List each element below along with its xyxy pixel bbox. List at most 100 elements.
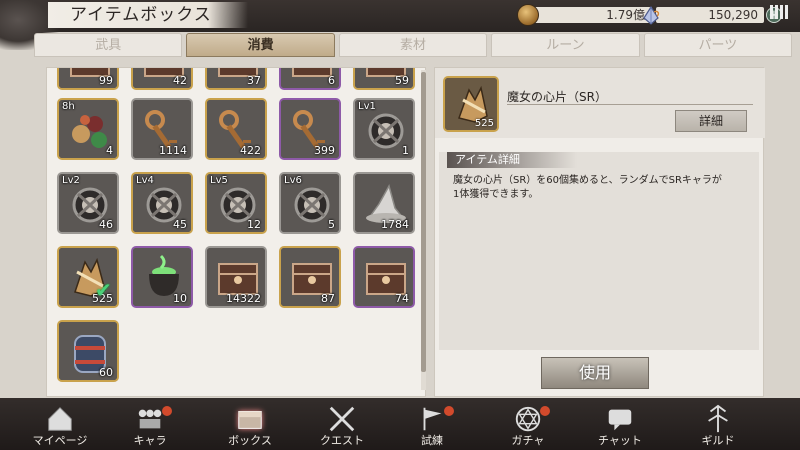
page-title: アイテムボックス [48,2,248,28]
info-line-1: 魔女の心片（SR）を60個集めると、ランダムでSRキャラが [453,175,722,186]
nav-label: クエスト [320,434,364,447]
tab-runes[interactable]: ルーン [491,33,640,57]
item-slot[interactable]: 60 [57,320,119,382]
item-slot[interactable]: 10 [131,246,193,308]
item-level: Lv1 [358,101,376,112]
item-count: 1 [402,144,409,157]
notification-badge [444,406,454,416]
nav-item-6[interactable]: ガチャ [488,398,568,450]
characters-icon [138,409,162,429]
item-count: 10 [173,292,187,305]
nav-label: チャット [598,434,642,447]
item-slot[interactable]: Lv2 46 [57,172,119,234]
item-slot[interactable]: 59 [353,68,415,90]
selected-item-count: 525 [474,118,494,129]
coin-icon [517,4,539,26]
menu-icon[interactable] [770,4,792,24]
nav-item-3[interactable]: ボックス [210,398,290,450]
item-level: Lv2 [62,175,80,186]
nav-item-2[interactable]: キャラ [110,398,190,450]
nav-label: キャラ [133,434,167,447]
item-slot[interactable]: 525 ✔ [57,246,119,308]
swords-icon [329,406,355,432]
details-button[interactable]: 詳細 [675,110,747,132]
gem-counter: 150,290 + [640,5,782,25]
gold-amount: 1.79億 [533,7,651,23]
item-level: 8h [62,101,75,112]
category-tabs: 武具 消費 素材 ルーン パーツ [34,33,793,57]
item-slot[interactable]: 99 [57,68,119,90]
item-count: 60 [99,366,113,379]
item-count: 12 [247,218,261,231]
nav-label: ボックス [228,434,272,447]
nav-label: マイページ [32,434,88,447]
selected-item-name: 魔女の心片（SR） [507,90,607,104]
tab-weapons[interactable]: 武具 [34,33,183,57]
item-slot[interactable]: Lv6 5 [279,172,341,234]
item-count: 1114 [159,144,187,157]
item-level: Lv4 [136,175,154,186]
item-info-box: アイテム詳細 魔女の心片（SR）を60個集めると、ランダムでSRキャラが 1体獲… [439,152,759,350]
info-line-2: 1体獲得できます。 [453,189,539,200]
grid-scrollbar[interactable] [421,70,426,390]
item-count: 45 [173,218,187,231]
item-slot[interactable]: 1784 [353,172,415,234]
item-slot[interactable]: 8h 4 [57,98,119,160]
detail-header: 525 魔女の心片（SR） 詳細 [435,68,765,138]
item-slot[interactable]: 42 [131,68,193,90]
item-count: 99 [99,74,113,87]
item-slot[interactable]: 399 [279,98,341,160]
item-slot[interactable]: 87 [279,246,341,308]
selected-item-icon: 525 [443,76,499,132]
item-count: 14322 [226,292,261,305]
item-slot[interactable]: 422 [205,98,267,160]
top-bar: アイテムボックス 1.79億 150,290 + [0,0,800,50]
nav-item-8[interactable]: ギルド [678,398,758,450]
item-count: 422 [240,144,261,157]
nav-item-4[interactable]: クエスト [302,398,382,450]
hexagram-icon [515,406,541,432]
tab-materials[interactable]: 素材 [338,33,488,57]
item-level: Lv6 [284,175,302,186]
home-icon [48,407,72,431]
nav-label: 試練 [421,434,443,447]
scrollbar-thumb[interactable] [421,72,426,372]
tab-consumables[interactable]: 消費 [186,33,335,57]
use-button[interactable]: 使用 [541,357,649,389]
item-count: 6 [328,74,335,87]
gem-icon [643,5,660,25]
item-count: 37 [247,74,261,87]
nav-label: ガチャ [511,434,545,447]
info-description: 魔女の心片（SR）を60個集めると、ランダムでSRキャラが 1体獲得できます。 [453,174,753,202]
item-slot[interactable]: Lv1 1 [353,98,415,160]
item-count: 5 [328,218,335,231]
nav-label: ギルド [701,434,735,447]
item-slot[interactable]: 74 [353,246,415,308]
nav-item-5[interactable]: 試練 [392,398,472,450]
item-slot[interactable]: Lv4 45 [131,172,193,234]
nav-item-1[interactable]: マイページ [20,398,100,450]
item-slot[interactable]: 37 [205,68,267,90]
item-count: 1784 [381,218,409,231]
flag-icon [423,407,442,431]
notification-badge [540,406,550,416]
item-count: 87 [321,292,335,305]
item-count: 42 [173,74,187,87]
info-title: アイテム詳細 [447,152,577,168]
item-slot[interactable]: Lv5 12 [205,172,267,234]
item-slot[interactable]: 1114 [131,98,193,160]
notification-badge [162,406,172,416]
gem-amount: 150,290 [656,7,764,23]
item-detail-panel: 525 魔女の心片（SR） 詳細 アイテム詳細 魔女の心片（SR）を60個集める… [434,67,765,397]
guild-icon [708,404,728,433]
nav-item-7[interactable]: チャット [580,398,660,450]
item-slot[interactable]: 14322 [205,246,267,308]
item-grid: 99 42 37 6 59 8h 4 1114 422 399 Lv1 1 Lv2 46 Lv4 45 Lv5 1… [46,67,426,397]
bottom-navigation: マイページ キャラ ボックス クエスト 試練 ガチャ チャット ギルド [0,398,800,450]
divider [507,104,753,105]
tab-parts[interactable]: パーツ [643,33,793,57]
item-count: 399 [314,144,335,157]
item-count: 4 [106,144,113,157]
item-count: 46 [99,218,113,231]
item-slot[interactable]: 6 [279,68,341,90]
